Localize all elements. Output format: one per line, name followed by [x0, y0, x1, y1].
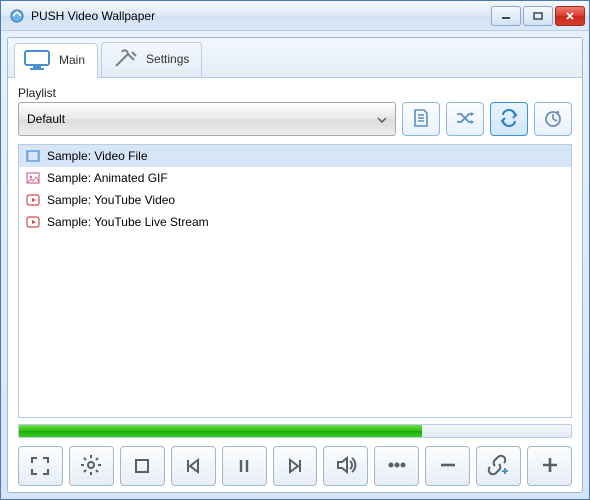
tab-settings-label: Settings [146, 52, 189, 66]
window-title: PUSH Video Wallpaper [31, 9, 491, 23]
playlist-label: Playlist [18, 86, 572, 100]
app-window: PUSH Video Wallpaper Main [0, 0, 590, 500]
pause-button[interactable] [222, 446, 267, 486]
minimize-button[interactable] [491, 6, 521, 26]
tab-main-label: Main [59, 53, 85, 67]
playlist-items[interactable]: Sample: Video File Sample: Animated GIF … [18, 144, 572, 418]
play-icon [25, 192, 41, 208]
remove-button[interactable] [425, 446, 470, 486]
list-item-label: Sample: YouTube Live Stream [47, 215, 209, 229]
plus-icon [538, 453, 562, 480]
playlist-dropdown[interactable]: Default [18, 102, 396, 136]
shuffle-button[interactable] [446, 102, 484, 136]
document-icon [410, 107, 432, 132]
timer-button[interactable] [534, 102, 572, 136]
close-button[interactable] [555, 6, 585, 26]
next-button[interactable] [273, 446, 318, 486]
list-item[interactable]: Sample: YouTube Video [19, 189, 571, 211]
playlist-row: Default [18, 102, 572, 136]
progress-fill [19, 425, 422, 437]
titlebar: PUSH Video Wallpaper [1, 1, 589, 31]
chevron-down-icon [377, 112, 387, 126]
list-item[interactable]: Sample: YouTube Live Stream [19, 211, 571, 233]
shuffle-icon [454, 107, 476, 132]
minus-icon [436, 453, 460, 480]
list-item-label: Sample: Video File [47, 149, 148, 163]
list-item-label: Sample: YouTube Video [47, 193, 175, 207]
timer-icon [542, 107, 564, 132]
add-button[interactable] [527, 446, 572, 486]
tab-main[interactable]: Main [14, 43, 98, 78]
window-controls [491, 6, 585, 26]
playlist-selected-value: Default [27, 112, 65, 126]
stop-button[interactable] [120, 446, 165, 486]
main-panel: Main Settings Playlist Default [7, 37, 583, 493]
progress-bar[interactable] [18, 424, 572, 438]
list-item[interactable]: Sample: Animated GIF [19, 167, 571, 189]
monitor-icon [23, 48, 53, 72]
repeat-button[interactable] [490, 102, 528, 136]
link-plus-icon [486, 453, 512, 480]
playback-controls [18, 446, 572, 486]
tools-icon [110, 47, 140, 71]
app-icon [9, 8, 25, 24]
content-area: Playlist Default [8, 78, 582, 492]
repeat-icon [498, 107, 520, 132]
add-url-button[interactable] [476, 446, 521, 486]
list-item[interactable]: Sample: Video File [19, 145, 571, 167]
ellipsis-icon [385, 453, 409, 480]
image-icon [25, 170, 41, 186]
more-button[interactable] [374, 446, 419, 486]
tab-settings[interactable]: Settings [101, 42, 202, 77]
list-item-label: Sample: Animated GIF [47, 171, 168, 185]
fullscreen-button[interactable] [18, 446, 63, 486]
tab-bar: Main Settings [8, 38, 582, 78]
playlist-manage-button[interactable] [402, 102, 440, 136]
settings-button[interactable] [69, 446, 114, 486]
play-icon [25, 214, 41, 230]
gear-icon [79, 453, 103, 480]
film-icon [25, 148, 41, 164]
speaker-icon [334, 453, 358, 480]
volume-button[interactable] [323, 446, 368, 486]
previous-button[interactable] [171, 446, 216, 486]
maximize-button[interactable] [523, 6, 553, 26]
